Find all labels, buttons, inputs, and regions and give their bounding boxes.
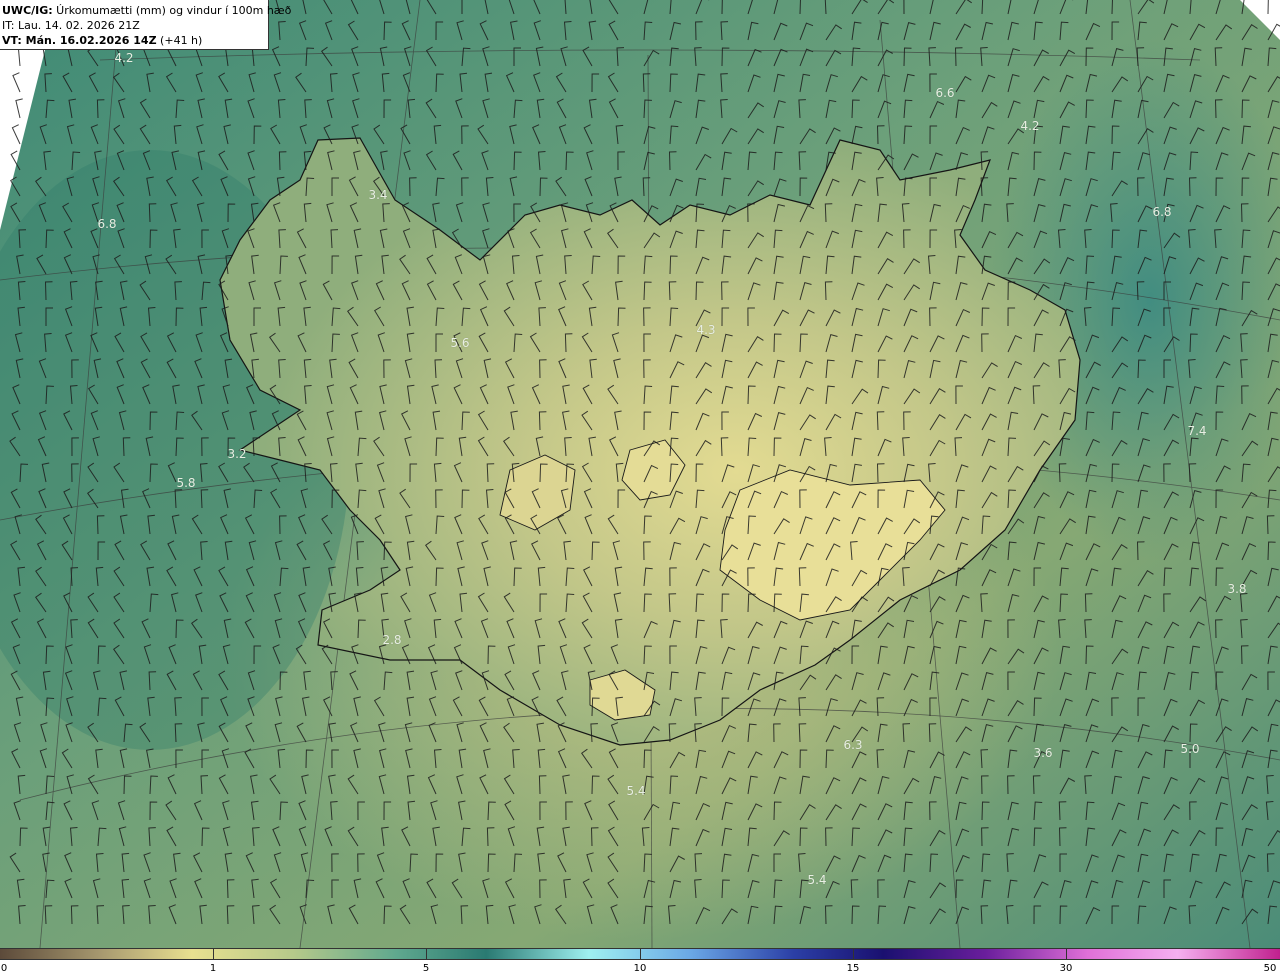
colorbar-tick [640,948,641,960]
model-prefix: UWC/IG: [2,4,53,17]
value-label: 4.2 [1020,119,1040,133]
value-label: 3.8 [1227,582,1247,596]
value-label: 7.4 [1187,424,1207,438]
colorbar-tick-label: 5 [422,963,430,974]
value-label: 2.8 [382,633,402,647]
lead-time: (+41 h) [156,34,203,47]
value-label: 5.0 [1180,742,1200,756]
value-label: 3.6 [1033,746,1053,760]
colorbar-tick-label: 50 [1263,963,1277,974]
map-info-box: UWC/IG: Úrkomumætti (mm) og vindur í 100… [0,0,291,50]
colorbar-tick [1066,948,1067,960]
valid-time: VT: Mán. 16.02.2026 14Z [2,34,157,47]
value-label: 3.4 [368,188,388,202]
initial-time: IT: Lau. 14. 02. 2026 21Z [2,19,140,32]
value-label: 5.6 [450,336,470,350]
value-label: 6.3 [843,738,863,752]
colorbar-tick-label: 0 [0,963,8,974]
value-label: 3.2 [227,447,247,461]
value-label: 6.8 [1152,205,1172,219]
precipitation-wind-map [0,0,1280,948]
colorbar-tick-label: 15 [846,963,860,974]
value-label: 5.4 [807,873,827,887]
value-label: 6.8 [97,217,117,231]
value-label: 4.3 [696,323,716,337]
value-label: 4.2 [114,51,134,65]
colorbar-tick-label: 10 [633,963,647,974]
value-label: 5.8 [176,476,196,490]
colorbar-tick [213,948,214,960]
colorbar-tick [853,948,854,960]
colorbar-tick-label: 1 [209,963,217,974]
colorbar-tick-label: 30 [1059,963,1073,974]
value-label: 6.6 [935,86,955,100]
value-label: 5.4 [626,784,646,798]
colorbar-tick [426,948,427,960]
parameter-title: Úrkomumætti (mm) og vindur í 100m hæð [52,4,292,17]
